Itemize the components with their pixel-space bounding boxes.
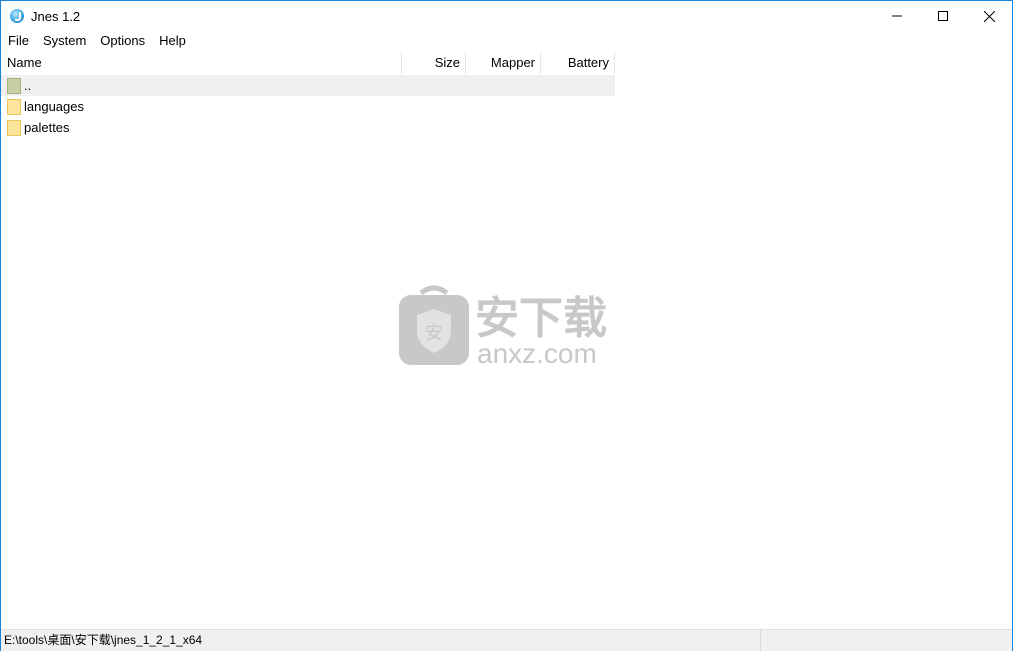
list-item-palettes[interactable]: palettes [1, 117, 615, 138]
menu-bar: File System Options Help [1, 31, 1012, 51]
menu-options[interactable]: Options [93, 31, 152, 51]
file-list: .. languages palettes [1, 75, 615, 138]
list-item-languages[interactable]: languages [1, 96, 615, 117]
shield-bag-icon: 安 [399, 285, 469, 365]
file-list-header: Name Size Mapper Battery [1, 52, 615, 74]
jnes-app-icon[interactable] [10, 9, 24, 23]
list-item-parent[interactable]: .. [1, 75, 615, 96]
menu-system[interactable]: System [36, 31, 93, 51]
parent-folder-icon [7, 77, 21, 94]
minimize-button[interactable] [874, 1, 920, 31]
column-header-battery[interactable]: Battery [541, 52, 615, 74]
status-panel-right [761, 630, 1012, 651]
menu-help[interactable]: Help [152, 31, 193, 51]
menu-file[interactable]: File [1, 31, 36, 51]
anxz-watermark: 安 安下载 anxz.com [399, 285, 607, 367]
maximize-icon [938, 11, 948, 21]
list-item-label: languages [24, 99, 84, 114]
status-bar: E:\tools\桌面\安下载\jnes_1_2_1_x64 [1, 629, 1012, 651]
watermark-text-en: anxz.com [477, 338, 597, 367]
close-button[interactable] [966, 1, 1012, 31]
watermark-text-cn: 安下载 [475, 293, 607, 344]
svg-text:安: 安 [425, 323, 443, 344]
minimize-icon [892, 15, 902, 17]
list-item-label: .. [24, 78, 32, 93]
column-header-size[interactable]: Size [402, 52, 466, 74]
close-icon [983, 10, 995, 22]
window-title: Jnes 1.2 [31, 9, 81, 24]
title-bar[interactable]: Jnes 1.2 [1, 1, 1012, 31]
maximize-button[interactable] [920, 1, 966, 31]
status-path: E:\tools\桌面\安下载\jnes_1_2_1_x64 [1, 630, 761, 651]
app-window: Jnes 1.2 File System Options Help Name S… [0, 0, 1013, 651]
list-item-label: palettes [24, 120, 70, 135]
folder-icon [7, 98, 21, 115]
column-header-name[interactable]: Name [1, 52, 402, 74]
folder-icon [7, 119, 21, 136]
column-header-mapper[interactable]: Mapper [466, 52, 541, 74]
